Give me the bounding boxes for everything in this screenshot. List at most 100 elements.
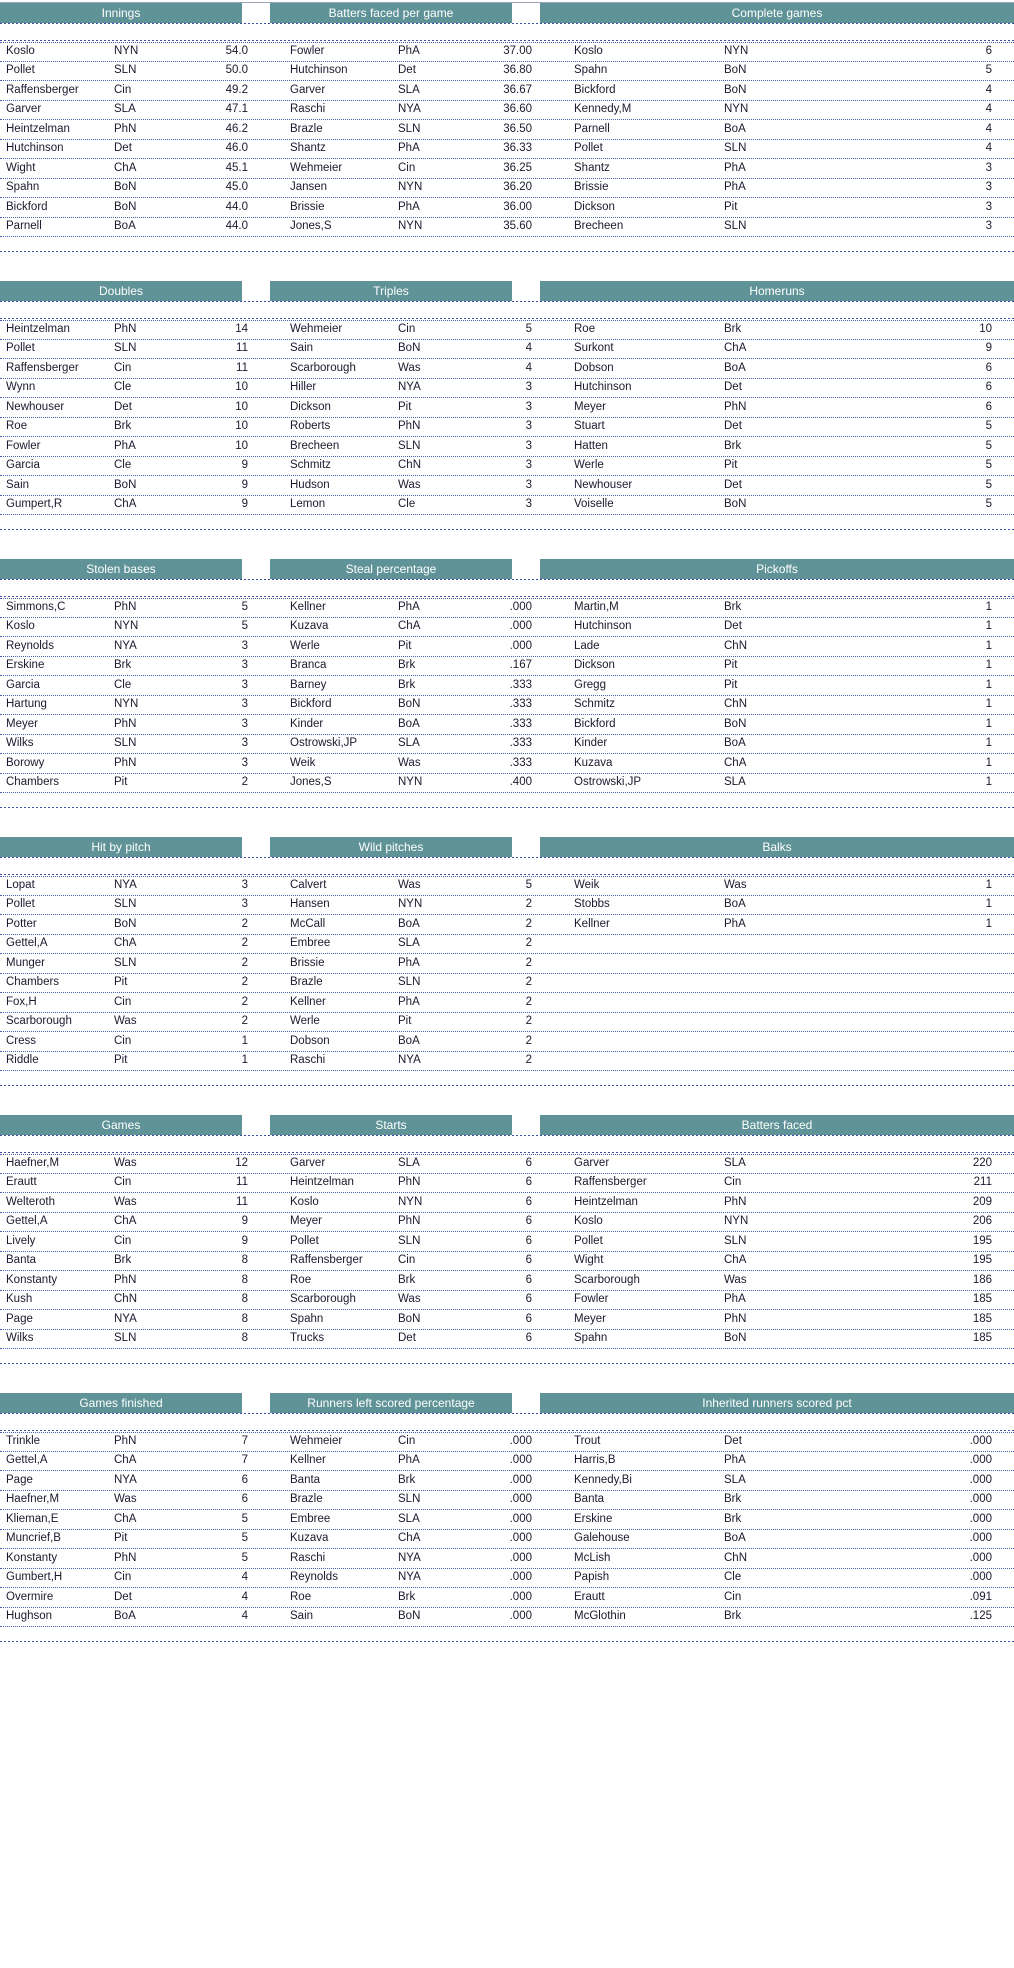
column-gap [256,139,284,158]
section-header-row: Innings Batters faced per game Complete ga… [0,3,1014,23]
player-name: Pollet [6,64,35,77]
player-name [568,993,724,1012]
team-code: PhN [114,717,137,730]
column-gap [540,1490,568,1509]
section-header-batters-faced: Batters faced [540,1115,1014,1135]
stat-value: 1 [241,1034,248,1047]
leaderboard-rows: Simmons,C PhN 5 Kellner PhA .000 Martin,M Brk 1 K… [0,598,1014,793]
table-row: Heintzelman PhN 46.2 Brazle SLN 36.50 Parnell B… [0,120,1014,140]
stat-value: .000 [509,620,532,633]
player-name: Meyer [6,717,38,730]
team-code: Brk [398,1590,416,1603]
column-gap [540,139,568,158]
column-gap [540,100,568,119]
team-code: NYA [114,1312,137,1325]
player-name: Brissie [290,956,325,969]
player-name: Gettel,A [6,937,48,950]
column-gap [540,1012,568,1031]
team-code: Cin [114,1034,132,1047]
stat-value: 6 [985,45,992,58]
stat-value: 1 [985,898,992,911]
team-code: Det [724,420,742,433]
block-gap-line [0,1641,1014,1643]
team-code: PhA [398,995,420,1008]
team-code: BoN [114,478,137,491]
column-gap [540,1329,568,1348]
team-code: ChN [398,459,422,472]
stat-value: .000 [509,1454,532,1467]
team-code: SLA [398,1157,420,1170]
team-code: Det [724,381,742,394]
section-header-doubles: Doubles [0,281,242,301]
table-row: Gettel,A ChA 7 Kellner PhA .000 Harris,B PhA .00… [0,1452,1014,1471]
player-name: Brazle [290,976,323,989]
player-name: Newhouser [574,478,633,491]
block-1: Innings Batters faced per game Complete ga… [0,3,1014,281]
player-name: Chambers [6,976,60,989]
stat-value: 3 [241,898,248,911]
stat-value: 186 [972,1273,992,1286]
team-code: Pit [114,1532,128,1545]
table-row: Konstanty PhN 5 Raschi NYA .000 McLish ChN .000 [0,1549,1014,1569]
stat-value: 2 [241,776,248,789]
column-gap [256,1251,284,1270]
table-row: Garcia Cle 3 Barney Brk .333 Gregg Pit 1 [0,676,1014,696]
player-name: Overmire [6,1590,54,1603]
player-name: Jansen [290,181,328,194]
stat-value: 2 [525,1015,532,1028]
team-code: PhN [398,420,421,433]
stat-value: 8 [241,1254,248,1267]
table-row: Fox,H Cin 2 Kellner PhA 2 [0,993,1014,1013]
team-code: Cin [114,1571,132,1584]
player-name: Brazle [290,1493,323,1506]
stat-value: 2 [525,898,532,911]
table-row: Gettel,A ChA 9 Meyer PhN 6 Koslo NYN 206 [0,1213,1014,1232]
team-code: NYN [114,45,139,58]
team-code: Was [398,756,421,769]
player-name: Branca [290,659,327,672]
player-name: Kuzava [574,756,613,769]
stat-value: 2 [241,995,248,1008]
stat-value: 11 [236,1195,248,1208]
player-name: Kellner [574,917,610,930]
player-name: Reynolds [290,1571,338,1584]
stat-value: 10 [235,400,248,413]
player-name: Garcia [6,459,40,472]
player-name: Jones,S [290,776,332,789]
column-gap [540,1232,568,1251]
team-code: PhN [114,1551,137,1564]
team-code: PhN [114,323,137,336]
table-row: Pollet SLN 50.0 Hutchinson Det 36.80 Spahn BoN 5 [0,62,1014,81]
player-name: Papish [574,1571,610,1584]
column-gap [256,417,284,436]
team-code: BoA [724,898,746,911]
stat-value: 4 [985,103,992,116]
stat-value: 54.0 [225,45,248,58]
team-code: Brk [724,1512,742,1525]
stat-value: 1 [985,756,992,769]
section-header-homeruns: Homeruns [540,281,1014,301]
leaderboard-rows: Trinkle PhN 7 Wehmeier Cin .000 Trout Det .000 Ge… [0,1432,1014,1627]
section-header-balks: Balks [540,837,1014,857]
table-row: Parnell BoA 44.0 Jones,S NYN 35.60 Brecheen SLN… [0,218,1014,237]
stat-value: 3 [241,756,248,769]
team-code: Pit [398,400,412,413]
stat-value: 1 [985,917,992,930]
player-name: McLish [574,1551,611,1564]
player-name: Kellner [290,1454,326,1467]
stat-value: .000 [509,1435,532,1448]
section-header-steal-percentage: Steal percentage [270,559,512,579]
player-name: Lively [6,1234,36,1247]
stat-value: 3 [525,400,532,413]
player-name: Erautt [6,1176,37,1189]
column-gap [540,1051,568,1070]
team-code: SLN [724,142,747,155]
team-code: ChA [114,937,137,950]
column-gap [540,437,568,456]
stat-value: 6 [525,1215,532,1228]
block-gap-line [0,1363,1014,1365]
stat-value: 2 [241,937,248,950]
stat-value: 4 [985,122,992,135]
column-gap [256,476,284,495]
stat-value: .000 [509,1610,532,1623]
